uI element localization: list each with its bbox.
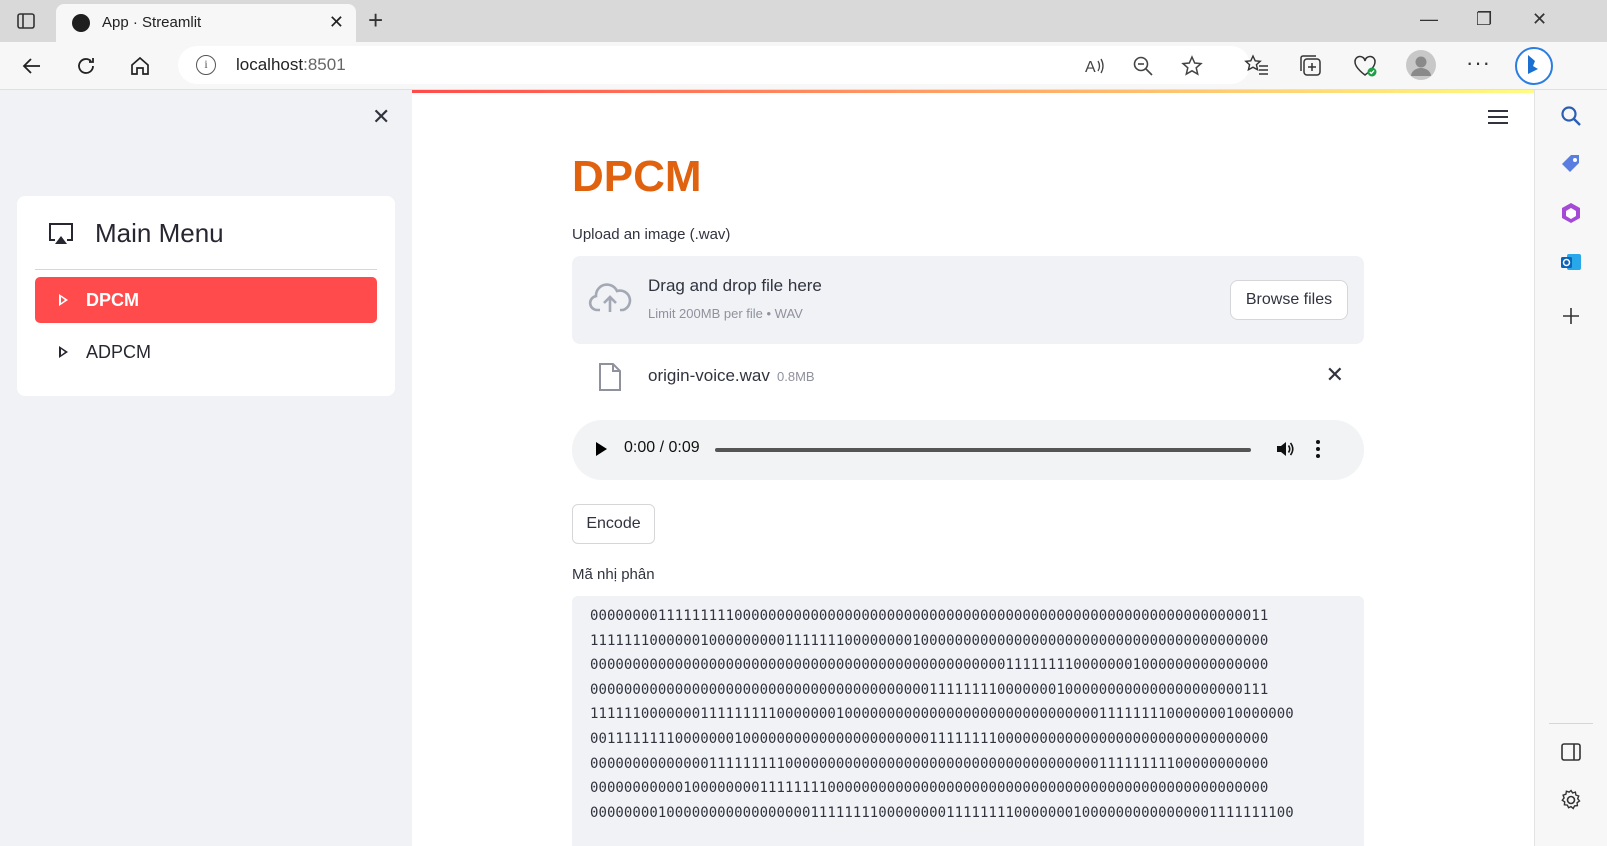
zoom-out-icon[interactable] [1132,55,1154,77]
search-icon[interactable] [1559,104,1583,128]
volume-icon[interactable] [1275,439,1295,459]
binary-line: 0011111111000000010000000000000000000000… [590,730,1269,747]
reload-icon[interactable] [72,52,100,80]
menu-item-label: ADPCM [86,341,152,362]
edge-sidebar-divider [1549,723,1593,724]
office-icon[interactable] [1559,201,1583,225]
close-window-icon[interactable]: ✕ [1532,9,1547,30]
binary-line: 1111111000000100000000011111110000000010… [590,632,1269,649]
page-title: DPCM [572,152,702,201]
tab-actions-icon[interactable] [16,11,36,31]
cast-icon [49,222,73,244]
browser-tab-bar: App · Streamlit ✕ + — ❐ ✕ [0,0,1607,42]
dropzone-limits: Limit 200MB per file • WAV [648,306,803,321]
sidebar-close-icon[interactable]: ✕ [372,104,390,130]
streamlit-favicon-icon [72,14,90,32]
browser-essentials-icon[interactable] [1352,53,1378,79]
binary-line: 0000000010000000000000000011111111000000… [590,804,1294,821]
binary-line: 0000000000000011111111100000000000000000… [590,755,1269,772]
dropzone-instructions: Drag and drop file here [648,276,822,295]
file-size: 0.8MB [777,369,815,384]
audio-seek-bar[interactable] [715,448,1251,452]
hamburger-menu-icon[interactable] [1488,110,1508,124]
binary-line: 0000000000000000000000000000000000000000… [590,657,1269,674]
menu-header: Main Menu [47,218,224,249]
binary-output[interactable]: 0000000011111111100000000000000000000000… [572,596,1364,846]
streamlit-sidebar: ✕ Main Menu DPCM ADPCM [0,90,412,846]
menu-item-adpcm[interactable]: ADPCM [35,329,377,375]
upload-label: Upload an image (.wav) [572,226,731,243]
more-options-icon[interactable]: ··· [1466,50,1492,76]
streamlit-main: DPCM Upload an image (.wav) Drag and dro… [412,90,1534,846]
new-tab-icon[interactable]: + [368,7,383,33]
settings-gear-icon[interactable] [1559,788,1583,812]
restore-icon[interactable]: ❐ [1476,9,1492,30]
binary-line: 1111110000000111111111000000010000000000… [590,706,1294,723]
back-icon[interactable] [18,52,46,80]
file-dropzone[interactable]: Drag and drop file here Limit 200MB per … [572,256,1364,344]
read-aloud-icon[interactable]: A [1084,55,1106,77]
tab-close-icon[interactable]: ✕ [329,12,344,33]
profile-avatar-icon[interactable] [1406,50,1436,80]
address-bar-row: i localhost:8501 A ··· [0,42,1607,90]
main-menu-card: Main Menu DPCM ADPCM [17,196,395,396]
binary-line: 0000000011111111100000000000000000000000… [590,608,1269,624]
minimize-icon[interactable]: — [1420,9,1438,30]
menu-title: Main Menu [95,218,224,248]
menu-divider [35,269,377,270]
cloud-upload-icon [588,283,632,312]
file-name: origin-voice.wav [648,366,770,385]
url-field[interactable]: i localhost:8501 A [178,46,1250,84]
tab-title: App · Streamlit [102,14,202,31]
binary-label: Mã nhị phân [572,566,655,583]
url-text: localhost:8501 [236,55,346,74]
add-icon[interactable] [1559,304,1583,328]
shopping-tag-icon[interactable] [1559,152,1583,176]
outlook-icon[interactable] [1559,250,1583,274]
decoration-bar [412,90,1534,93]
favorite-star-icon[interactable] [1181,55,1203,77]
remove-file-icon[interactable]: ✕ [1326,362,1344,388]
svg-text:A: A [1085,59,1096,76]
edge-sidebar [1534,90,1607,846]
binary-line: 0000000000010000000011111111000000000000… [590,780,1269,797]
sidebar-toggle-icon[interactable] [1559,740,1583,764]
play-triangle-icon [59,294,68,306]
favorites-icon[interactable] [1244,53,1270,79]
audio-more-icon[interactable] [1316,440,1322,460]
encode-button[interactable]: Encode [572,504,655,544]
menu-item-dpcm[interactable]: DPCM [35,277,377,323]
binary-line: 0000000000000000000000000000000000000000… [590,681,1269,698]
bing-copilot-icon[interactable] [1514,46,1554,86]
browser-tab[interactable]: App · Streamlit ✕ [56,4,356,42]
uploaded-file-row: origin-voice.wav 0.8MB ✕ [572,358,1364,400]
site-info-icon[interactable]: i [196,55,216,75]
menu-item-label: DPCM [86,289,139,310]
audio-player: 0:00 / 0:09 [572,420,1364,480]
file-icon [599,363,621,391]
home-icon[interactable] [126,52,154,80]
browse-files-button[interactable]: Browse files [1230,280,1348,320]
collections-icon[interactable] [1298,53,1324,79]
play-triangle-icon [59,346,68,358]
play-icon[interactable] [596,442,607,456]
audio-time: 0:00 / 0:09 [624,439,700,456]
